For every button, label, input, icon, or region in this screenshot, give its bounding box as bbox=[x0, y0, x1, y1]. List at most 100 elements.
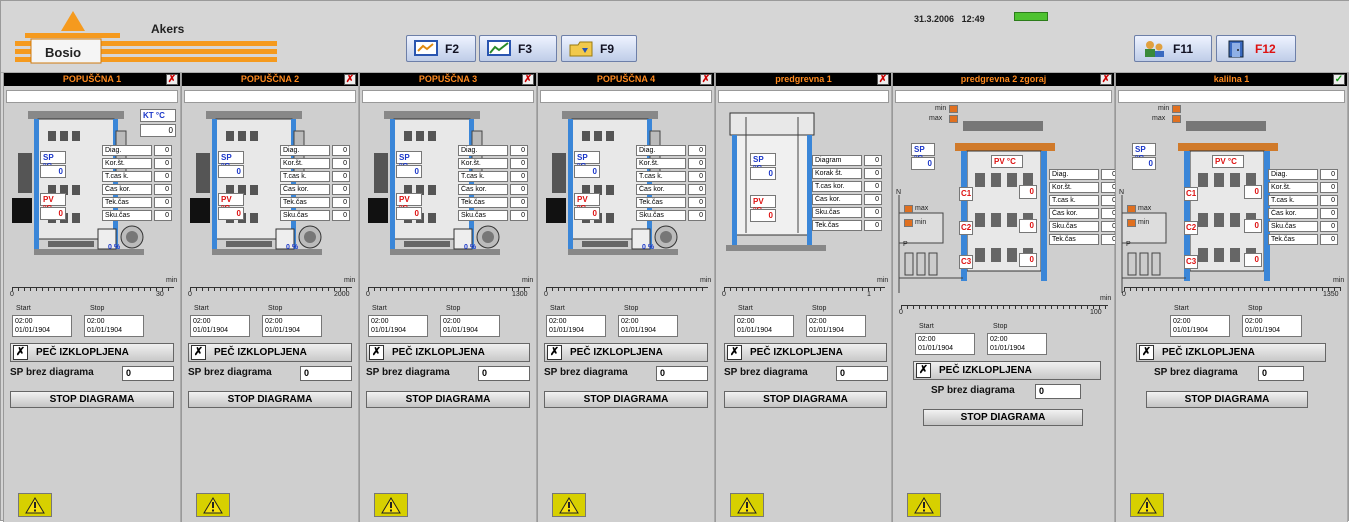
start-time-box[interactable]: 02:00 01/01/1904 bbox=[915, 333, 975, 355]
pv-value: 0 bbox=[40, 207, 66, 220]
data-row-value: 0 bbox=[510, 210, 528, 221]
data-row-value: 0 bbox=[154, 145, 172, 156]
f2-button[interactable]: F2 bbox=[406, 35, 476, 62]
data-row-value: 0 bbox=[510, 158, 528, 169]
furnace-off-button[interactable]: ✗ PEČ IZKLOPLJENA bbox=[544, 343, 708, 362]
data-row-label: T.cas k. bbox=[636, 171, 686, 182]
start-time-box[interactable]: 02:00 01/01/1904 bbox=[1170, 315, 1230, 337]
start-date: 01/01/1904 bbox=[549, 327, 585, 334]
pv-text: PV bbox=[577, 195, 588, 204]
stop-label: Stop bbox=[624, 305, 639, 312]
data-row-value: 0 bbox=[510, 197, 528, 208]
warning-button[interactable] bbox=[374, 493, 408, 517]
timeline-axis bbox=[546, 287, 708, 291]
data-row: Tek.čas0 bbox=[636, 197, 706, 208]
stop-label: Stop bbox=[90, 305, 105, 312]
start-time: 02:00 bbox=[549, 318, 567, 325]
furnace-off-button[interactable]: ✗ PEČ IZKLOPLJENA bbox=[1136, 343, 1326, 362]
data-row: Tek.čas0 bbox=[812, 220, 882, 231]
axis-end: 1300 bbox=[512, 291, 528, 298]
sp-no-diagram-input[interactable]: 0 bbox=[656, 366, 708, 381]
furnace-off-button[interactable]: ✗ PEČ IZKLOPLJENA bbox=[188, 343, 352, 362]
stop-time-box[interactable]: 02:00 01/01/1904 bbox=[618, 315, 678, 337]
furnace-off-button[interactable]: ✗ PEČ IZKLOPLJENA bbox=[10, 343, 174, 362]
f3-button[interactable]: F3 bbox=[479, 35, 557, 62]
min-led bbox=[949, 105, 958, 113]
data-row-value: 0 bbox=[332, 184, 350, 195]
data-row: T.cas kor. 0 bbox=[812, 181, 882, 192]
sp-no-diagram-input[interactable]: 0 bbox=[300, 366, 352, 381]
start-label: Start bbox=[919, 323, 934, 330]
stop-time-box[interactable]: 02:00 01/01/1904 bbox=[262, 315, 322, 337]
data-row-label: T.cas kor. bbox=[812, 181, 862, 192]
stop-time-box[interactable]: 02:00 01/01/1904 bbox=[806, 315, 866, 337]
data-row-value: 0 bbox=[688, 171, 706, 182]
stop-date: 01/01/1904 bbox=[265, 327, 301, 334]
panel-5: predgrevna 1✗SP °C0PV °C0Diagram0Korak š… bbox=[715, 73, 892, 522]
pv-text: PV bbox=[1215, 157, 1226, 166]
f9-button[interactable]: F9 bbox=[561, 35, 637, 62]
data-row-label: Diag. bbox=[636, 145, 686, 156]
start-time-box[interactable]: 02:00 01/01/1904 bbox=[546, 315, 606, 337]
f2-label: F2 bbox=[445, 41, 460, 56]
data-row: Sku.čas0 bbox=[1049, 221, 1119, 232]
sp-no-diagram-input[interactable]: 0 bbox=[478, 366, 530, 381]
min-led-2 bbox=[1127, 219, 1136, 227]
data-row: Čas kor.0 bbox=[458, 184, 528, 195]
warning-button[interactable] bbox=[196, 493, 230, 517]
stop-diagram-button[interactable]: STOP DIAGRAMA bbox=[544, 391, 708, 408]
panel-1: POPUŠČNA 1✗SP °C0PV °C0KT °C00 %Diag.0Ko… bbox=[3, 73, 181, 522]
warning-button[interactable] bbox=[552, 493, 586, 517]
pv-label: PV °C bbox=[991, 155, 1023, 168]
stop-diagram-button[interactable]: STOP DIAGRAMA bbox=[1146, 391, 1308, 408]
furnace-off-label: PEČ IZKLOPLJENA bbox=[214, 347, 307, 358]
start-time-box[interactable]: 02:00 01/01/1904 bbox=[368, 315, 428, 337]
sp-value: 0 bbox=[750, 167, 776, 180]
stop-date: 01/01/1904 bbox=[809, 327, 845, 334]
n-label: N bbox=[1119, 189, 1125, 196]
sp-label: SP °C bbox=[911, 143, 935, 163]
data-row-value: 0 bbox=[864, 220, 882, 231]
sp-text: SP bbox=[43, 153, 54, 162]
f12-label: F12 bbox=[1255, 41, 1276, 56]
stop-time-box[interactable]: 02:00 01/01/1904 bbox=[440, 315, 500, 337]
axis-start: 0 bbox=[722, 291, 726, 298]
stop-diagram-button[interactable]: STOP DIAGRAMA bbox=[366, 391, 530, 408]
start-time-box[interactable]: 02:00 01/01/1904 bbox=[190, 315, 250, 337]
sp-no-diagram-input[interactable]: 0 bbox=[1035, 384, 1081, 399]
data-row: Kor.št.0 bbox=[636, 158, 706, 169]
start-time-box[interactable]: 02:00 01/01/1904 bbox=[12, 315, 72, 337]
pv-text: PV bbox=[994, 157, 1005, 166]
stop-diagram-button[interactable]: STOP DIAGRAMA bbox=[10, 391, 174, 408]
sp-text: SP bbox=[914, 145, 925, 154]
warning-button[interactable] bbox=[907, 493, 941, 517]
warning-button[interactable] bbox=[18, 493, 52, 517]
pv-unit: °C bbox=[1006, 157, 1016, 166]
axis-unit: min bbox=[166, 277, 178, 284]
zone-label: C1 bbox=[959, 187, 973, 201]
furnace-off-button[interactable]: ✗ PEČ IZKLOPLJENA bbox=[913, 361, 1101, 380]
sp-no-diagram-input[interactable]: 0 bbox=[122, 366, 174, 381]
f11-button[interactable]: F11 bbox=[1134, 35, 1212, 62]
data-row-label: Kor.št. bbox=[1268, 182, 1318, 193]
stop-diagram-button[interactable]: STOP DIAGRAMA bbox=[923, 409, 1083, 426]
stop-time-box[interactable]: 02:00 01/01/1904 bbox=[1242, 315, 1302, 337]
stop-diagram-button[interactable]: STOP DIAGRAMA bbox=[188, 391, 352, 408]
stop-diagram-button[interactable]: STOP DIAGRAMA bbox=[724, 391, 887, 408]
max-led bbox=[1172, 115, 1181, 123]
sp-text: SP bbox=[577, 153, 588, 162]
stop-time-box[interactable]: 02:00 01/01/1904 bbox=[84, 315, 144, 337]
data-row-label: Sku.čas bbox=[458, 210, 508, 221]
start-label: Start bbox=[16, 305, 31, 312]
f12-button[interactable]: F12 bbox=[1216, 35, 1296, 62]
furnace-off-label: PEČ IZKLOPLJENA bbox=[750, 347, 843, 358]
warning-button[interactable] bbox=[1130, 493, 1164, 517]
warning-button[interactable] bbox=[730, 493, 764, 517]
sp-no-diagram-input[interactable]: 0 bbox=[836, 366, 888, 381]
furnace-off-button[interactable]: ✗ PEČ IZKLOPLJENA bbox=[724, 343, 887, 362]
start-time-box[interactable]: 02:00 01/01/1904 bbox=[734, 315, 794, 337]
stop-time-box[interactable]: 02:00 01/01/1904 bbox=[987, 333, 1047, 355]
furnace-off-button[interactable]: ✗ PEČ IZKLOPLJENA bbox=[366, 343, 530, 362]
sp-no-diagram-input[interactable]: 0 bbox=[1258, 366, 1304, 381]
max-label-2: max bbox=[915, 205, 929, 212]
